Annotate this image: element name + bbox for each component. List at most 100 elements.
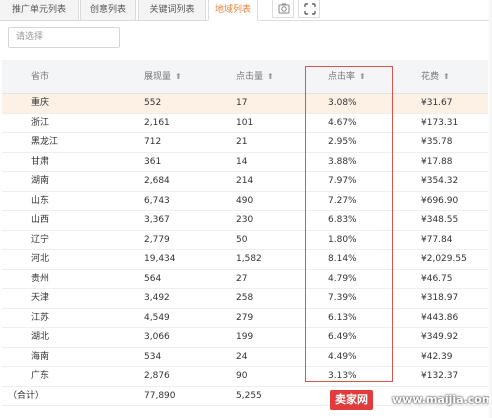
cell-impressions: 2,779 (144, 234, 170, 245)
cell-ctr: 3.08% (328, 98, 357, 108)
cell-cost: ¥348.55 (421, 215, 459, 225)
table-row[interactable]: 浙江 2,161 101 4.67% ¥173.31 (2, 114, 488, 133)
total-clicks: 5,255 (236, 390, 262, 401)
cell-impressions: 4,549 (144, 312, 170, 323)
cell-province: 天津 (31, 293, 50, 303)
cell-impressions: 19,434 (144, 254, 176, 264)
cell-ctr: 3.88% (328, 156, 357, 167)
table-row[interactable]: 甘肃 361 14 3.88% ¥17.88 (2, 153, 488, 172)
table-row[interactable]: 广东 2,876 90 3.13% ¥132.37 (2, 367, 488, 387)
cell-ctr: 2.95% (328, 137, 357, 147)
cell-clicks: 101 (236, 117, 254, 128)
cell-cost: ¥77.84 (421, 234, 453, 245)
cell-cost: ¥2,029.55 (421, 254, 467, 264)
cell-province: 海南 (31, 351, 50, 362)
table-header: 省市 展现量 ⬆ 点击量 ⬆ 点击率 ⬆ 花费 ⬆ (2, 60, 488, 94)
expand-button[interactable] (298, 0, 320, 18)
cell-ctr: 3.13% (328, 371, 357, 381)
cell-impressions: 2,876 (144, 371, 170, 381)
cell-ctr: 6.83% (328, 215, 357, 225)
tab-creatives[interactable]: 创意列表 (80, 0, 136, 21)
table-row[interactable]: 河北 19,434 1,582 8.14% ¥2,029.55 (2, 250, 488, 270)
cell-clicks: 90 (236, 371, 248, 381)
cell-clicks: 14 (236, 156, 248, 167)
cell-clicks: 490 (236, 195, 254, 206)
total-label: （合计） (8, 390, 45, 401)
cell-impressions: 2,161 (144, 117, 170, 128)
table-row[interactable]: 重庆 552 17 3.08% ¥31.67 (2, 94, 488, 114)
tab-regions[interactable]: 地域列表 (208, 0, 258, 21)
cell-clicks: 27 (236, 273, 248, 284)
cell-province: 重庆 (31, 98, 50, 108)
sort-arrow-icon: ⬆ (359, 72, 366, 81)
cell-impressions: 6,743 (144, 195, 170, 206)
header-clicks[interactable]: 点击量 ⬆ (236, 60, 274, 94)
cell-clicks: 24 (236, 351, 248, 362)
cell-impressions: 361 (144, 156, 162, 167)
header-cost[interactable]: 花费 ⬆ (421, 60, 450, 94)
cell-impressions: 712 (144, 137, 162, 147)
cell-ctr: 7.27% (328, 195, 357, 206)
header-ctr[interactable]: 点击率 ⬆ (328, 60, 366, 94)
camera-button[interactable] (272, 0, 294, 18)
table-row[interactable]: 湖北 3,066 199 6.49% ¥349.92 (2, 328, 488, 348)
cell-cost: ¥443.86 (421, 312, 459, 323)
cell-impressions: 534 (144, 351, 162, 362)
table-row[interactable]: 山东 6,743 490 7.27% ¥696.90 (2, 192, 488, 211)
header-province[interactable]: 省市 (31, 60, 49, 94)
cell-cost: ¥35.78 (421, 137, 453, 147)
cell-clicks: 279 (236, 312, 254, 323)
cell-clicks: 1,582 (236, 254, 262, 264)
cell-cost: ¥46.75 (421, 273, 453, 284)
watermark-logo: 卖家网 (330, 390, 373, 410)
total-impressions: 77,890 (144, 390, 176, 401)
table-row[interactable]: 贵州 564 27 4.79% ¥46.75 (2, 270, 488, 289)
header-impressions[interactable]: 展现量 ⬆ (144, 60, 182, 94)
table-row[interactable]: 海南 534 24 4.49% ¥42.39 (2, 348, 488, 367)
cell-province: 甘肃 (31, 156, 50, 167)
cell-ctr: 7.97% (328, 176, 357, 186)
table-row[interactable]: 辽宁 2,779 50 1.80% ¥77.84 (2, 231, 488, 250)
cell-ctr: 4.49% (328, 351, 357, 362)
watermark: 卖家网 www.maijia.com (330, 388, 492, 414)
cell-clicks: 214 (236, 176, 254, 186)
tab-bar: 推广单元列表 创意列表 关键词列表 地域列表 (0, 0, 492, 21)
sort-arrow-icon: ⬆ (443, 72, 450, 81)
cell-ctr: 4.79% (328, 273, 357, 284)
cell-ctr: 4.67% (328, 117, 357, 128)
cell-province: 辽宁 (31, 234, 50, 245)
cell-impressions: 2,684 (144, 176, 170, 186)
region-select[interactable]: 请选择 (8, 27, 120, 48)
cell-clicks: 50 (236, 234, 248, 245)
cell-cost: ¥31.67 (421, 98, 453, 108)
cell-cost: ¥696.90 (421, 195, 459, 206)
cell-province: 江苏 (31, 312, 50, 323)
cell-ctr: 6.49% (328, 332, 357, 342)
cell-cost: ¥318.97 (421, 293, 459, 303)
cell-impressions: 552 (144, 98, 162, 108)
cell-cost: ¥349.92 (421, 332, 459, 342)
cell-impressions: 3,367 (144, 215, 170, 225)
cell-province: 山东 (31, 195, 50, 206)
tab-ad-units[interactable]: 推广单元列表 (0, 0, 79, 21)
table-row[interactable]: 湖南 2,684 214 7.97% ¥354.32 (2, 172, 488, 192)
tab-keywords[interactable]: 关键词列表 (138, 0, 206, 21)
cell-clicks: 258 (236, 293, 254, 303)
cell-province: 贵州 (31, 273, 50, 284)
cell-cost: ¥354.32 (421, 176, 459, 186)
cell-province: 广东 (31, 371, 50, 381)
cell-province: 浙江 (31, 117, 50, 128)
table-row[interactable]: 山西 3,367 230 6.83% ¥348.55 (2, 211, 488, 231)
cell-clicks: 230 (236, 215, 254, 225)
table-row[interactable]: 江苏 4,549 279 6.13% ¥443.86 (2, 309, 488, 328)
cell-province: 河北 (31, 254, 50, 264)
cell-clicks: 199 (236, 332, 254, 342)
table-row[interactable]: 天津 3,492 258 7.39% ¥318.97 (2, 289, 488, 309)
cell-ctr: 8.14% (328, 254, 357, 264)
cell-cost: ¥17.88 (421, 156, 453, 167)
table-row[interactable]: 黑龙江 712 21 2.95% ¥35.78 (2, 133, 488, 153)
sort-arrow-icon: ⬆ (175, 72, 182, 81)
cell-cost: ¥173.31 (421, 117, 459, 128)
expand-icon (304, 3, 316, 15)
cell-impressions: 3,492 (144, 293, 170, 303)
